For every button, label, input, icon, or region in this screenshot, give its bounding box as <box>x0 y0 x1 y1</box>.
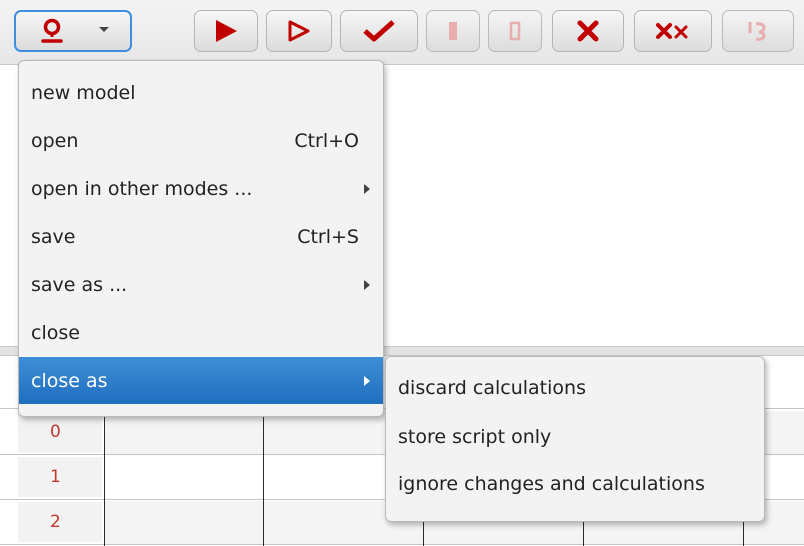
menu-item-save[interactable]: save Ctrl+S <box>19 213 383 260</box>
model-user-icon <box>41 18 63 43</box>
pause-button[interactable] <box>426 10 480 52</box>
chevron-right-icon <box>364 280 370 290</box>
menu-item-new-model[interactable]: new model <box>19 69 383 116</box>
grid-line <box>0 544 804 545</box>
undo-icon <box>748 22 766 41</box>
toolbar <box>0 0 804 65</box>
cancel-all-button[interactable] <box>634 10 712 52</box>
pause-filled-icon <box>449 22 457 40</box>
submenu-item-discard-calculations[interactable]: discard calculations <box>386 364 764 412</box>
check-button[interactable] <box>340 10 418 52</box>
stop-button[interactable] <box>488 10 542 52</box>
submenu-item-label: ignore changes and calculations <box>398 473 705 495</box>
menu-item-label: close <box>31 321 80 344</box>
menu-item-label: save as ... <box>31 273 128 296</box>
undo-button[interactable] <box>722 10 794 52</box>
chevron-right-icon <box>364 184 370 194</box>
menu-item-label: open in other modes ... <box>31 177 253 200</box>
chevron-right-icon <box>364 376 370 386</box>
menu-item-label: new model <box>31 81 136 104</box>
chevron-down-icon <box>99 27 109 32</box>
step-button[interactable] <box>266 10 332 52</box>
submenu-item-label: discard calculations <box>398 377 586 399</box>
model-menu-button[interactable] <box>14 10 132 52</box>
menu-item-label: open <box>31 129 79 152</box>
model-dropdown-menu: new model open Ctrl+O open in other mode… <box>18 60 384 417</box>
menu-item-close[interactable]: close <box>19 309 383 356</box>
menu-item-open[interactable]: open Ctrl+O <box>19 117 383 164</box>
row-header[interactable]: 2 <box>18 502 102 542</box>
menu-item-save-as[interactable]: save as ... <box>19 261 383 308</box>
run-outline-icon <box>288 20 310 42</box>
pause-outline-icon <box>509 21 521 41</box>
menu-item-label: close as <box>31 369 108 392</box>
close-as-submenu: discard calculations store script only i… <box>385 356 765 522</box>
menu-item-open-in-other-modes[interactable]: open in other modes ... <box>19 165 383 212</box>
grid-line <box>104 408 105 546</box>
row-header[interactable]: 1 <box>18 457 102 497</box>
cancel-button[interactable] <box>552 10 624 52</box>
row-header[interactable]: 0 <box>18 412 102 452</box>
close-x-icon <box>577 20 599 42</box>
run-button[interactable] <box>194 10 258 52</box>
run-filled-icon <box>216 20 237 42</box>
menu-item-shortcut: Ctrl+S <box>297 225 359 248</box>
double-x-icon <box>656 23 688 39</box>
submenu-item-ignore-changes[interactable]: ignore changes and calculations <box>386 460 764 508</box>
menu-item-label: save <box>31 225 76 248</box>
check-icon <box>363 20 395 42</box>
menu-item-shortcut: Ctrl+O <box>294 129 359 152</box>
submenu-item-store-script-only[interactable]: store script only <box>386 413 764 461</box>
grid-line <box>263 408 264 546</box>
submenu-item-label: store script only <box>398 426 552 448</box>
menu-item-close-as[interactable]: close as <box>19 357 383 404</box>
